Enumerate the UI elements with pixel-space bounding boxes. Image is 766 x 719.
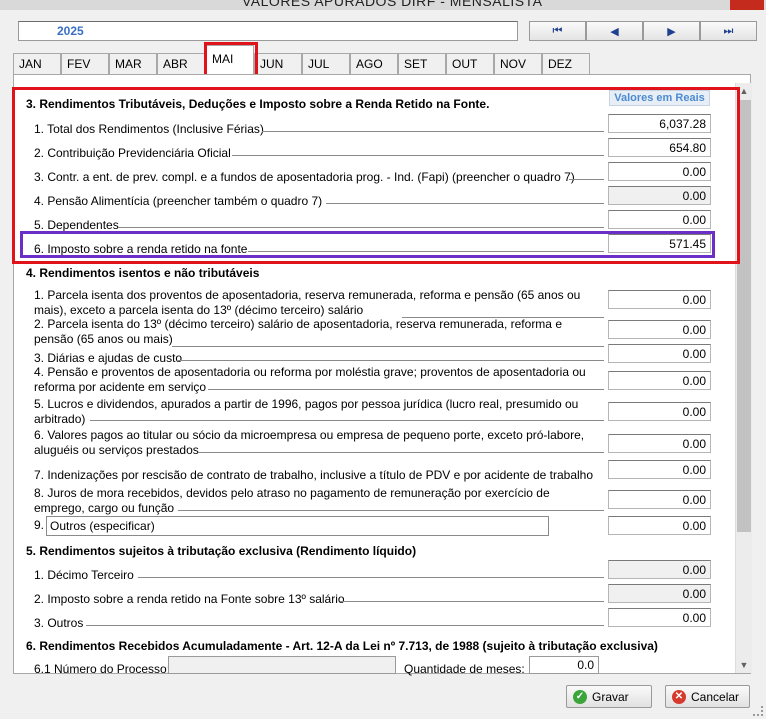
year-value: 2025	[57, 24, 84, 38]
s4-item-1-line1: 1. Parcela isenta dos proventos de apose…	[34, 288, 581, 302]
process-number-label: 6.1 Número do Processo:	[34, 662, 171, 676]
tab-jun[interactable]: JUN	[254, 53, 302, 74]
save-button[interactable]: ✓ Gravar	[566, 685, 652, 708]
last-icon: ⏭	[723, 24, 734, 37]
s5-item-1-label: 1. Décimo Terceiro	[34, 568, 134, 582]
s4-item-7-label: 7. Indenizações por rescisão de contrato…	[34, 468, 594, 482]
months-quantity-label: Quantidade de meses:	[404, 662, 525, 676]
section-5-title: 5. Rendimentos sujeitos à tributação exc…	[26, 544, 417, 558]
s4-item-6-line1: 6. Valores pagos ao titular ou sócio da …	[34, 428, 585, 442]
s4-item-8-line2: emprego, cargo ou função	[34, 501, 175, 515]
next-icon: ▶	[667, 25, 676, 38]
tab-mar[interactable]: MAR	[109, 53, 157, 74]
s4-item-3-value[interactable]: 0.00	[608, 344, 711, 363]
first-record-button[interactable]: ⏮	[529, 21, 586, 41]
section-4-title: 4. Rendimentos isentos e não tributáveis	[26, 266, 260, 280]
s5-item-3-label: 3. Outros	[34, 616, 84, 630]
s5-item-3-value[interactable]: 0.00	[608, 608, 711, 627]
previous-icon: ◀	[610, 25, 619, 38]
resize-grip-icon[interactable]	[753, 706, 763, 716]
next-record-button[interactable]: ▶	[643, 21, 700, 41]
scroll-down-icon[interactable]: ▼	[736, 657, 752, 673]
leader-line	[198, 452, 604, 453]
months-quantity-input[interactable]: 0.0	[529, 656, 599, 674]
s4-item-4-line2: reforma por acidente em serviço	[34, 380, 207, 394]
s4-item-8-value[interactable]: 0.00	[608, 490, 711, 509]
s4-item-5-line1: 5. Lucros e dividendos, apurados a parti…	[34, 397, 579, 411]
s4-item-6-line2: aluguéis ou serviços prestados	[34, 443, 199, 457]
s4-item-2-label: 2. Parcela isenta do 13º (décimo terceir…	[34, 317, 562, 347]
tab-nov[interactable]: NOV	[494, 53, 542, 74]
year-field[interactable]: 2025	[18, 21, 518, 41]
check-icon: ✓	[573, 689, 587, 704]
s4-item-9-label: 9.	[34, 518, 45, 532]
s4-item-2-value[interactable]: 0.00	[608, 320, 711, 339]
tab-out[interactable]: OUT	[446, 53, 494, 74]
s4-item-1-line2: mais), exceto a parcela isenta do 13º (d…	[34, 303, 364, 317]
first-icon: ⏮	[552, 24, 563, 37]
s4-item-1-label: 1. Parcela isenta dos proventos de apose…	[34, 288, 580, 318]
cancel-button-label: Cancelar	[691, 689, 740, 704]
last-record-button[interactable]: ⏭	[700, 21, 757, 41]
tab-set[interactable]: SET	[398, 53, 446, 74]
tab-fev[interactable]: FEV	[61, 53, 109, 74]
s4-item-2-line1: 2. Parcela isenta do 13º (décimo terceir…	[34, 317, 562, 331]
s5-item-1-value: 0.00	[608, 560, 711, 579]
s4-item-3-label: 3. Diárias e ajudas de custo	[34, 351, 183, 365]
tab-jul[interactable]: JUL	[302, 53, 350, 74]
s4-item-8-line1: 8. Juros de mora recebidos, devidos pelo…	[34, 486, 550, 500]
title-bar: VALORES APURADOS DIRF - MENSALISTA	[0, 0, 766, 10]
leader-line	[178, 360, 604, 361]
tab-jan[interactable]: JAN	[13, 53, 61, 74]
tab-ago[interactable]: AGO	[350, 53, 398, 74]
leader-line	[138, 577, 604, 578]
tab-dez[interactable]: DEZ	[542, 53, 590, 74]
cancel-icon: ✕	[672, 689, 686, 704]
s4-item-4-label: 4. Pensão e proventos de aposentadoria o…	[34, 365, 586, 395]
leader-line	[86, 625, 604, 626]
tab-abr[interactable]: ABR	[157, 53, 205, 74]
leader-line	[340, 601, 604, 602]
s4-item-5-label: 5. Lucros e dividendos, apurados a parti…	[34, 397, 578, 427]
s4-item-2-line2: pensão (65 anos ou mais)	[34, 332, 173, 346]
leader-line	[172, 346, 604, 347]
s4-item-1-value[interactable]: 0.00	[608, 290, 711, 309]
section-6-title: 6. Rendimentos Recebidos Acumuladamente …	[26, 639, 658, 653]
irrf-highlight	[20, 231, 715, 258]
window-title: VALORES APURADOS DIRF - MENSALISTA	[242, 0, 543, 9]
s4-item-5-value[interactable]: 0.00	[608, 402, 711, 421]
year-navigation: 2025 ⏮ ◀ ▶ ⏭	[18, 21, 757, 41]
s4-item-6-label: 6. Valores pagos ao titular ou sócio da …	[34, 428, 584, 458]
s4-item-9-value[interactable]: 0.00	[608, 516, 711, 535]
s4-item-4-line1: 4. Pensão e proventos de aposentadoria o…	[34, 365, 586, 379]
leader-line	[90, 420, 604, 421]
save-button-label: Gravar	[592, 689, 629, 704]
s4-item-8-label: 8. Juros de mora recebidos, devidos pelo…	[34, 486, 550, 516]
s5-item-2-label: 2. Imposto sobre a renda retido na Fonte…	[34, 592, 345, 606]
process-number-input[interactable]	[168, 656, 396, 674]
s4-item-4-value[interactable]: 0.00	[608, 371, 711, 390]
other-specify-input[interactable]: Outros (especificar)	[46, 516, 549, 536]
cancel-button[interactable]: ✕ Cancelar	[665, 685, 750, 708]
s4-item-6-value[interactable]: 0.00	[608, 434, 711, 453]
s4-item-7-value[interactable]: 0.00	[608, 460, 711, 479]
close-window-button[interactable]	[730, 0, 764, 10]
s5-item-2-value: 0.00	[608, 584, 711, 603]
leader-line	[208, 389, 604, 390]
leader-line	[178, 510, 604, 511]
previous-record-button[interactable]: ◀	[586, 21, 643, 41]
